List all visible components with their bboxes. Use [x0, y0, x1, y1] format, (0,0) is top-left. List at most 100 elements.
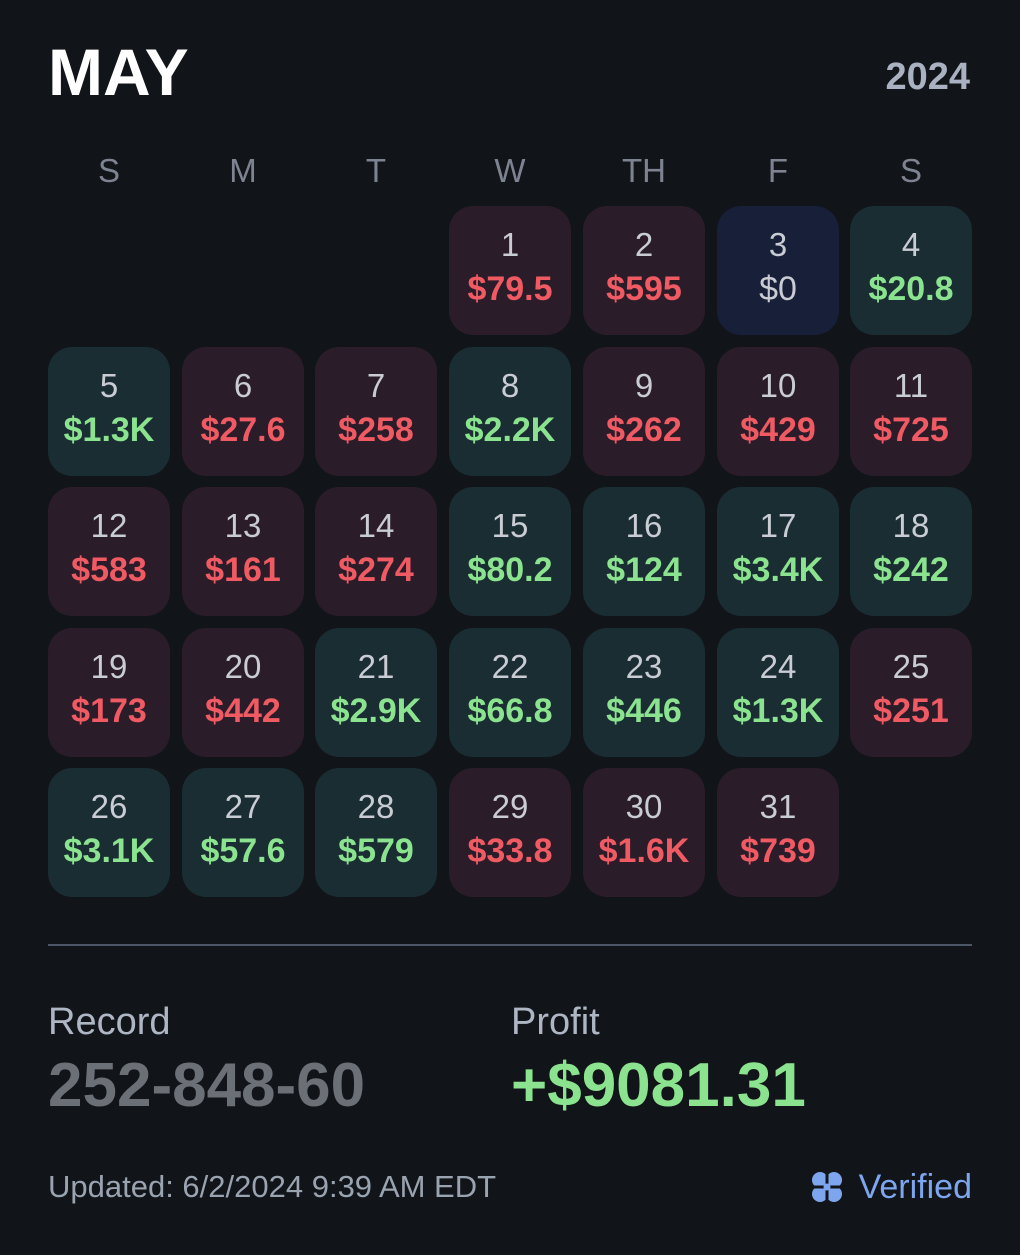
day-amount: $262 [606, 411, 682, 449]
day-cell[interactable]: 28 $579 [315, 768, 437, 897]
day-amount: $20.8 [868, 270, 954, 308]
weekday-sun: S [97, 152, 120, 189]
day-number: 18 [892, 507, 930, 544]
day-amount: $0 [759, 270, 797, 308]
day-cell[interactable]: 1 $79.5 [449, 206, 571, 335]
day-number: 6 [233, 367, 253, 404]
day-cell[interactable]: 30 $1.6K [583, 768, 705, 897]
day-number: 22 [491, 648, 529, 685]
day-number: 15 [491, 507, 529, 544]
day-cell[interactable]: 8 $2.2K [449, 347, 571, 476]
day-cell[interactable]: 16 $124 [583, 487, 705, 616]
day-cell[interactable]: 17 $3.4K [717, 487, 839, 616]
day-cell[interactable]: 3 $0 [717, 206, 839, 335]
day-amount: $66.8 [467, 692, 553, 730]
day-amount: $739 [740, 832, 816, 870]
day-amount: $579 [338, 832, 414, 870]
day-cell[interactable]: 18 $242 [850, 487, 972, 616]
day-amount: $725 [873, 411, 949, 449]
day-amount: $2.9K [330, 692, 422, 730]
day-number: 4 [901, 226, 921, 263]
verified-badge[interactable]: Verified [807, 1165, 972, 1209]
day-amount: $173 [71, 692, 147, 730]
day-number: 9 [634, 367, 654, 404]
day-number: 11 [893, 367, 929, 404]
day-number: 25 [892, 648, 930, 685]
day-cell[interactable]: 21 $2.9K [315, 628, 437, 757]
day-amount: $442 [205, 692, 281, 730]
day-cell[interactable]: 15 $80.2 [449, 487, 571, 616]
day-number: 29 [491, 788, 529, 825]
updated-timestamp: Updated: 6/2/2024 9:39 AM EDT [48, 1169, 497, 1204]
day-number: 16 [625, 507, 663, 544]
calendar-header: MAY 2024 [48, 34, 970, 114]
day-number: 1 [500, 226, 520, 263]
day-amount: $1.3K [732, 692, 824, 730]
calendar-grid: 1 $79.5 2 $595 3 $0 4 $20.8 5 $1.3K 6 $27.6 7 $258 8 $2… [48, 206, 972, 898]
day-amount: $33.8 [467, 832, 553, 870]
day-amount: $595 [606, 270, 682, 308]
year-label: 2024 [885, 56, 970, 98]
day-cell[interactable]: 7 $258 [315, 347, 437, 476]
divider [48, 944, 972, 946]
day-amount: $3.1K [63, 832, 155, 870]
day-cell[interactable]: 31 $739 [717, 768, 839, 897]
day-cell[interactable]: 11 $725 [850, 347, 972, 476]
day-number: 24 [759, 648, 797, 685]
day-number: 3 [768, 226, 788, 263]
day-amount: $274 [338, 551, 414, 589]
day-number: 13 [224, 507, 262, 544]
day-cell[interactable]: 6 $27.6 [182, 347, 304, 476]
day-amount: $242 [873, 551, 949, 589]
day-amount: $583 [71, 551, 147, 589]
month-title: MAY [48, 35, 189, 109]
clover-icon [808, 1169, 845, 1205]
day-cell[interactable]: 13 $161 [182, 487, 304, 616]
day-cell[interactable]: 24 $1.3K [717, 628, 839, 757]
day-cell[interactable]: 20 $442 [182, 628, 304, 757]
day-amount: $161 [205, 551, 281, 589]
day-number: 8 [500, 367, 520, 404]
day-cell[interactable]: 19 $173 [48, 628, 170, 757]
day-cell[interactable]: 23 $446 [583, 628, 705, 757]
day-amount: $429 [740, 411, 816, 449]
day-amount: $79.5 [467, 270, 553, 308]
day-cell[interactable]: 29 $33.8 [449, 768, 571, 897]
weekday-sat: S [899, 152, 922, 189]
day-cell[interactable]: 14 $274 [315, 487, 437, 616]
day-number: 23 [625, 648, 663, 685]
day-amount: $27.6 [200, 411, 286, 449]
day-number: 30 [625, 788, 663, 825]
day-number: 12 [90, 507, 128, 544]
profit-value: +$9081.31 [511, 1051, 806, 1120]
day-cell[interactable]: 2 $595 [583, 206, 705, 335]
weekday-tue: T [365, 152, 387, 189]
day-cell[interactable]: 26 $3.1K [48, 768, 170, 897]
day-cell[interactable]: 9 $262 [583, 347, 705, 476]
day-cell[interactable]: 10 $429 [717, 347, 839, 476]
day-cell[interactable]: 4 $20.8 [850, 206, 972, 335]
weekday-wed: W [494, 152, 526, 189]
day-amount: $258 [338, 411, 414, 449]
verified-label: Verified [858, 1167, 972, 1206]
day-number: 27 [224, 788, 262, 825]
day-cell[interactable]: 5 $1.3K [48, 347, 170, 476]
day-cell[interactable]: 25 $251 [850, 628, 972, 757]
weekday-mon: M [229, 152, 257, 189]
profit-label: Profit [511, 1001, 600, 1043]
day-amount: $1.6K [598, 832, 690, 870]
record-value: 252-848-60 [48, 1051, 366, 1120]
day-number: 19 [90, 648, 128, 685]
day-cell[interactable]: 27 $57.6 [182, 768, 304, 897]
day-number: 7 [366, 367, 386, 404]
weekday-row: S M T W TH F S [48, 152, 972, 196]
day-amount: $2.2K [464, 411, 556, 449]
day-number: 28 [357, 788, 395, 825]
day-number: 26 [90, 788, 128, 825]
day-number: 10 [759, 367, 797, 404]
day-cell[interactable]: 22 $66.8 [449, 628, 571, 757]
day-amount: $251 [873, 692, 949, 730]
day-number: 14 [357, 507, 395, 544]
day-cell[interactable]: 12 $583 [48, 487, 170, 616]
day-number: 17 [759, 507, 797, 544]
